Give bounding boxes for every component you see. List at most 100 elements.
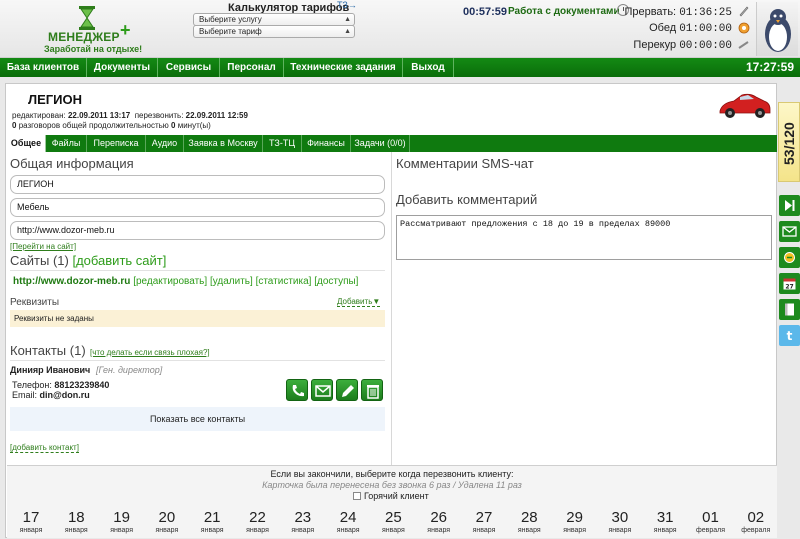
tab-tasks[interactable]: Задачи (0/0) <box>351 135 410 152</box>
recall-day[interactable]: 01 февраля <box>691 510 731 535</box>
avatar[interactable] <box>756 2 798 56</box>
requisites-empty: Реквизиты не заданы <box>10 310 385 327</box>
logo[interactable]: МЕНЕДЖЕР + Заработай на отдыхе! <box>44 4 144 54</box>
recall-day-number: 30 <box>611 509 629 526</box>
cigarette-icon[interactable] <box>738 39 750 51</box>
skip-button[interactable] <box>779 195 800 216</box>
tab-moscow-request[interactable]: Заявка в Москву <box>184 135 263 152</box>
nav-clients[interactable]: База клиентов <box>0 58 87 77</box>
nav-tech-tasks[interactable]: Технические задания <box>284 58 403 77</box>
recall-day[interactable]: 27 января <box>464 510 504 535</box>
tab-files[interactable]: Файлы <box>46 135 87 152</box>
sites-title: Сайты (1) [добавить сайт] <box>10 253 167 268</box>
tab-audio[interactable]: Аудио <box>146 135 184 152</box>
add-comment-title: Добавить комментарий <box>396 192 538 207</box>
show-all-contacts-button[interactable]: Показать все контакты <box>10 407 385 431</box>
nav-staff[interactable]: Персонал <box>220 58 284 77</box>
recall-day-month: января <box>64 527 88 534</box>
checkbox-box[interactable] <box>353 492 361 500</box>
email-button[interactable] <box>311 379 333 401</box>
recall-day-number: 23 <box>294 509 312 526</box>
refresh-icon <box>784 252 795 263</box>
twitter-icon: t <box>787 329 793 343</box>
website-field[interactable]: http://www.dozor-meb.ru <box>10 221 385 240</box>
stats-site-link[interactable]: [статистика] <box>256 276 312 287</box>
add-requisites-link[interactable]: Добавить▼ <box>337 297 381 307</box>
recall-day[interactable]: 20 января <box>147 510 187 535</box>
transfer-button[interactable] <box>779 247 800 268</box>
nav-services[interactable]: Сервисы <box>158 58 220 77</box>
recall-day[interactable]: 02 февраля <box>736 510 776 535</box>
site-row: http://www.dozor-meb.ru [редактировать] … <box>13 276 358 287</box>
recall-day[interactable]: 31 января <box>645 510 685 535</box>
industry-field[interactable]: Мебель <box>10 198 385 217</box>
client-calls: 0 разговоров общей продолжительностью 0 … <box>12 121 211 130</box>
edit-site-link[interactable]: [редактировать] <box>133 276 207 287</box>
edit-contact-button[interactable] <box>336 379 358 401</box>
contacts-title: Контакты (1) <box>10 343 86 358</box>
recall-day-month: января <box>19 527 43 534</box>
lunch-icon[interactable] <box>738 22 750 34</box>
site-url-link[interactable]: http://www.dozor-meb.ru <box>13 276 130 287</box>
nav-exit[interactable]: Выход <box>403 58 454 77</box>
twitter-button[interactable]: t <box>779 325 800 346</box>
add-site-link[interactable]: [добавить сайт] <box>72 253 166 268</box>
notebook-icon <box>785 303 794 316</box>
column-divider <box>391 152 392 465</box>
recall-day[interactable]: 21 января <box>192 510 232 535</box>
delete-site-link[interactable]: [удалить] <box>210 276 253 287</box>
recall-day[interactable]: 23 января <box>283 510 323 535</box>
contact-name: Динияр Иванович <box>10 365 91 375</box>
recall-history: Карточка была перенесена без звонка 6 ра… <box>262 480 522 490</box>
company-field[interactable]: ЛЕГИОН <box>10 175 385 194</box>
recall-day-month: января <box>427 527 451 534</box>
recall-day[interactable]: 29 января <box>555 510 595 535</box>
call-button[interactable] <box>286 379 308 401</box>
recall-day[interactable]: 22 января <box>238 510 278 535</box>
recall-day-month: января <box>608 527 632 534</box>
recall-day-number: 29 <box>566 509 583 526</box>
contact-role: [Ген. директор] <box>96 365 163 375</box>
bad-connection-help-link[interactable]: [что делать если связь плохая?] <box>90 348 210 357</box>
recall-day[interactable]: 25 января <box>373 510 413 535</box>
recall-day-number: 18 <box>67 509 85 526</box>
pen-icon[interactable] <box>738 5 750 17</box>
service-select-value: Выберите услугу <box>199 15 262 24</box>
tab-correspondence[interactable]: Переписка <box>87 135 146 152</box>
recall-day[interactable]: 28 января <box>509 510 549 535</box>
recall-day-month: февраля <box>741 527 771 534</box>
contact-phone: Телефон: 88123239840 <box>12 380 110 390</box>
access-site-link[interactable]: [доступы] <box>314 276 358 287</box>
tab-general[interactable]: Общее <box>7 135 46 152</box>
recall-day[interactable]: 26 января <box>419 510 459 535</box>
recall-day-number: 17 <box>22 509 40 526</box>
notebook-button[interactable] <box>779 299 800 320</box>
add-contact-link[interactable]: [добавить контакт] <box>10 443 79 453</box>
requisites-title: Реквизиты <box>10 297 60 308</box>
sms-chat-title: Комментарии SMS-чат <box>396 156 534 171</box>
penguin-icon <box>765 9 791 52</box>
recall-day[interactable]: 18 января <box>56 510 96 535</box>
recall-day-number: 26 <box>430 509 448 526</box>
mail-button[interactable] <box>779 221 800 242</box>
recall-day-number: 24 <box>339 509 357 526</box>
tz-link[interactable]: ТЗ→ <box>337 0 357 10</box>
logo-slogan: Заработай на отдыхе! <box>44 44 143 54</box>
delete-contact-button[interactable] <box>361 379 383 401</box>
calendar-button[interactable]: 27 <box>779 273 800 294</box>
recall-day-number: 25 <box>385 509 402 526</box>
recall-day-month: января <box>563 527 586 534</box>
hot-client-checkbox[interactable]: Горячий клиент <box>353 491 429 501</box>
recall-day-number: 21 <box>203 509 221 526</box>
tab-tz-tc[interactable]: ТЗ-ТЦ <box>263 135 302 152</box>
comment-textarea[interactable]: Рассматривают предложения с 18 до 19 в п… <box>396 215 772 260</box>
recall-day-month: января <box>110 527 133 534</box>
recall-day[interactable]: 17 января <box>11 510 51 535</box>
tariff-select[interactable]: Выберите тариф ▲ <box>193 25 355 38</box>
recall-day[interactable]: 19 января <box>102 510 142 535</box>
recall-day[interactable]: 24 января <box>328 510 368 535</box>
recall-day[interactable]: 30 января <box>600 510 640 535</box>
nav-documents[interactable]: Документы <box>87 58 158 77</box>
tab-finance[interactable]: Финансы <box>302 135 351 152</box>
goto-site-link[interactable]: [Перейти на сайт] <box>10 242 76 251</box>
